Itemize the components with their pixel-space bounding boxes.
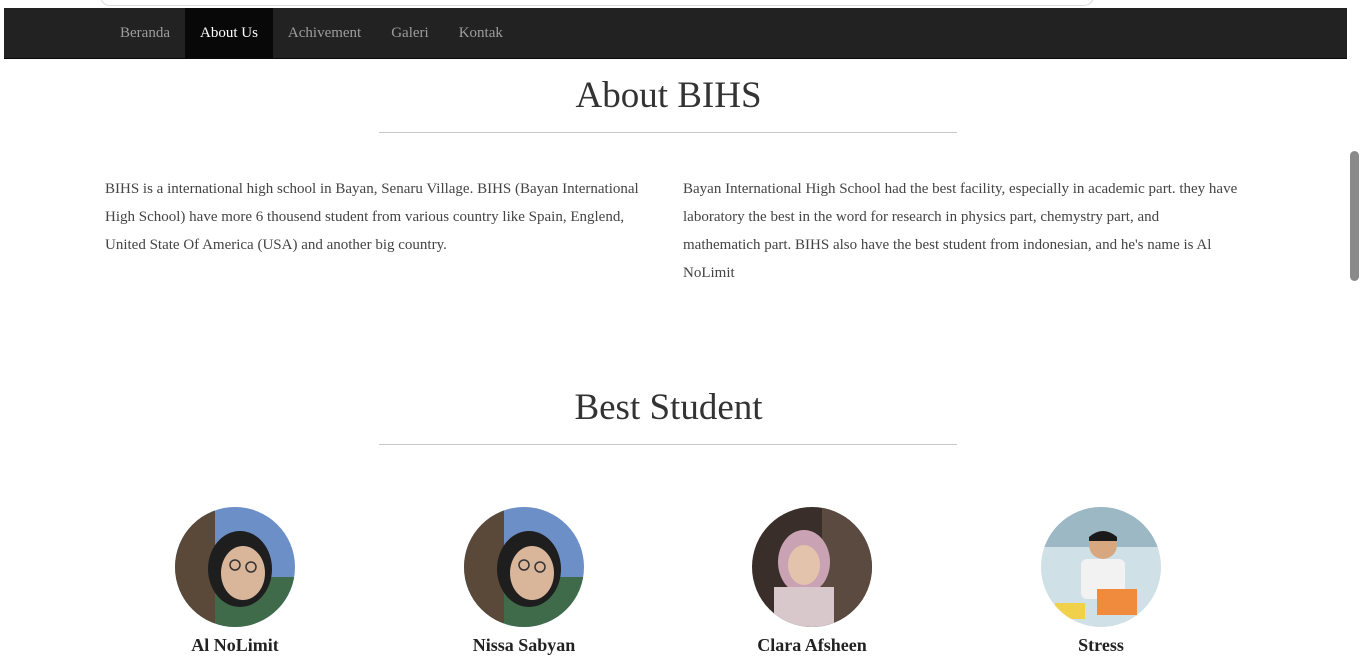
student-card: Nissa Sabyan <box>424 507 624 656</box>
student-name: Nissa Sabyan <box>472 635 576 655</box>
student-photo <box>752 507 872 627</box>
nav-item-kontak[interactable]: Kontak <box>444 8 518 58</box>
nav-item-beranda[interactable]: Beranda <box>105 8 185 58</box>
about-divider <box>379 132 957 133</box>
student-card: Al NoLimit <box>135 507 335 656</box>
student-card: Stress <box>1001 507 1201 656</box>
student-name: Stress <box>1078 635 1124 655</box>
about-title: About BIHS <box>575 75 762 116</box>
nav-list: Beranda About Us Achivement Galeri Konta… <box>105 8 518 58</box>
nav-item-achivement[interactable]: Achivement <box>273 8 376 58</box>
student-card: Clara Afsheen <box>712 507 912 656</box>
browser-top-strip <box>0 0 1366 8</box>
scrollbar-thumb[interactable] <box>1350 151 1359 281</box>
about-left-paragraph: BIHS is a international high school in B… <box>105 181 639 253</box>
student-name: Clara Afsheen <box>757 635 867 655</box>
nav-item-about-us[interactable]: About Us <box>184 8 273 58</box>
student-photo <box>464 507 584 627</box>
about-right-paragraph: Bayan International High School had the … <box>683 181 1238 281</box>
vertical-scrollbar[interactable] <box>1347 8 1366 667</box>
best-student-divider <box>379 444 957 445</box>
navbar: Beranda About Us Achivement Galeri Konta… <box>4 8 1347 59</box>
address-bar-edge <box>100 0 1094 6</box>
student-photo <box>1041 507 1161 627</box>
student-photo <box>175 507 295 627</box>
best-student-title: Best Student <box>574 387 763 428</box>
student-name: Al NoLimit <box>191 635 279 655</box>
nav-item-galeri[interactable]: Galeri <box>376 8 443 58</box>
